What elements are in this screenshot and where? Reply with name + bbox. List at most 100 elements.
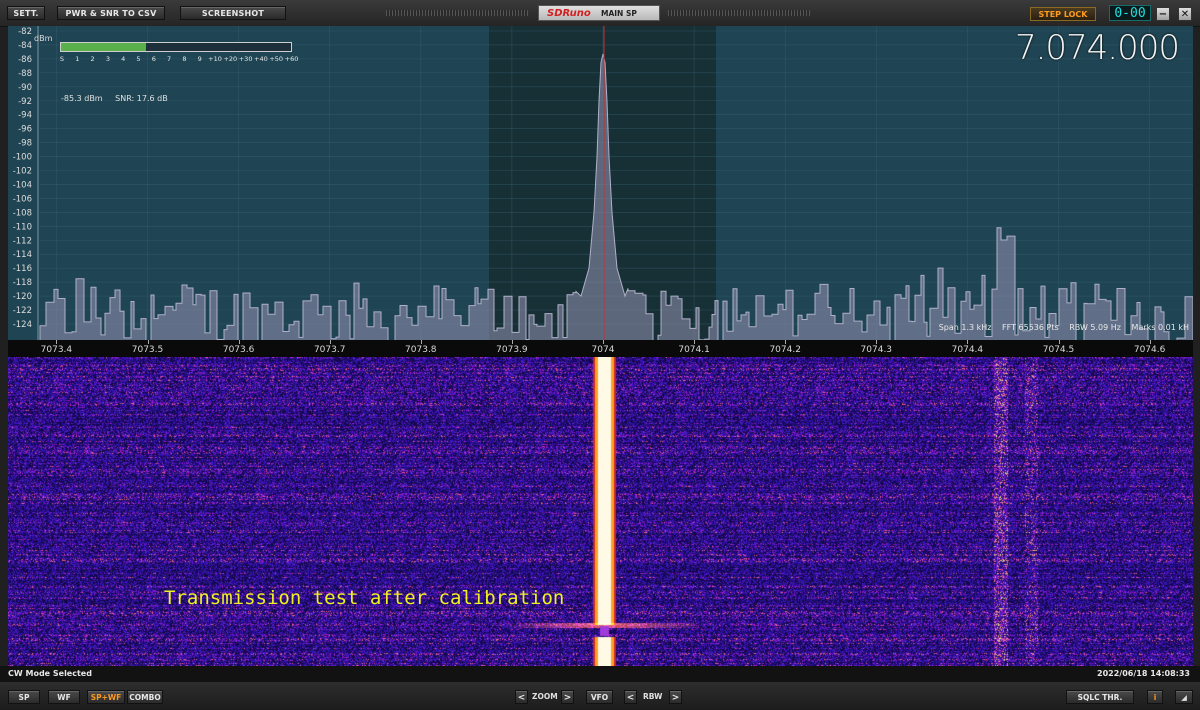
s-meter-bar (60, 42, 292, 52)
zoom-out-button[interactable]: < (515, 690, 528, 704)
frequency-tick-mark (785, 340, 787, 344)
s-meter-tick-label: 4 (121, 55, 126, 63)
window-title: SDRuno MAIN SP (538, 5, 660, 21)
top-toolbar: SETT. PWR & SNR TO CSV SCREENSHOT SDRuno… (0, 0, 1200, 27)
resize-handle-icon[interactable]: ◢ (1175, 690, 1193, 704)
s-meter-tick-label: +10 (208, 55, 222, 63)
s-meter-tick-label: +20 (223, 55, 238, 63)
y-tick-label: -106 (13, 194, 32, 204)
y-tick-label: -122 (13, 306, 32, 316)
close-icon[interactable]: ✕ (1178, 7, 1192, 21)
s-meter-tick-label: +40 (254, 55, 268, 63)
frequency-tick-mark (56, 340, 58, 344)
frequency-tick-mark (603, 340, 604, 344)
waterfall-canvas[interactable] (8, 357, 1193, 666)
s-meter-tick-label: +50 (269, 55, 284, 63)
sp-mode-button[interactable]: SP (8, 690, 40, 704)
s-meter-tick-label: 2 (90, 55, 95, 63)
drag-grip-left[interactable] (386, 10, 528, 16)
s-meter-scale: S 1 2 3 4 5 6 7 8 9 +10 +20 +30 +40 +50 +60 (60, 55, 300, 65)
frequency-tick-label: 7074.6 (1133, 345, 1166, 355)
rbw-down-button[interactable]: < (624, 690, 637, 704)
signal-levels: -85.3 dBm SNR: 17.6 dB (61, 94, 178, 103)
waterfall-display[interactable]: Transmission test after calibration (8, 357, 1193, 666)
frequency-readout[interactable]: 7.074.000 (1015, 28, 1180, 68)
brand-logo: SDRuno (547, 8, 591, 19)
sdruno-main-sp-window: SETT. PWR & SNR TO CSV SCREENSHOT SDRuno… (0, 0, 1200, 710)
frequency-tick-mark (876, 340, 878, 344)
sp-wf-mode-button[interactable]: SP+WF (87, 690, 125, 704)
y-tick-label: -84 (18, 41, 32, 51)
y-tick-label: -82 (18, 27, 32, 37)
frequency-tick-label: 7074.1 (678, 345, 710, 355)
frequency-tick-label: 7073.7 (313, 345, 346, 355)
minimize-icon[interactable]: − (1156, 7, 1170, 21)
spectrum-info: Span 1.3 kHz FFT 65536 Pts RBW 5.09 Hz M… (931, 323, 1189, 332)
screenshot-button[interactable]: SCREENSHOT (180, 6, 286, 20)
step-lock-button[interactable]: STEP LOCK (1030, 7, 1096, 21)
channel-counter-display: 0-00 (1109, 5, 1151, 21)
vfo-button[interactable]: VFO (586, 690, 613, 704)
settings-button[interactable]: SETT. (7, 6, 45, 20)
sqlc-threshold-button[interactable]: SQLC THR. (1066, 690, 1134, 704)
s-meter-tick-label: S (59, 55, 65, 63)
rbw-label: RBW (643, 692, 663, 701)
frequency-tick-label: 7074 (591, 345, 615, 355)
mode-status: CW Mode Selected (8, 669, 92, 678)
combo-mode-button[interactable]: COMBO (127, 690, 163, 704)
y-tick-label: -120 (13, 292, 32, 302)
frequency-tick-mark (147, 340, 149, 344)
frequency-tick-label: 7073.4 (40, 345, 73, 355)
y-tick-label: -88 (18, 69, 32, 79)
y-tick-label: -110 (13, 222, 32, 232)
frequency-tick-mark (1149, 340, 1151, 344)
rbw-readout: RBW 5.09 Hz (1069, 323, 1121, 332)
y-tick-label: -90 (18, 83, 32, 93)
frequency-tick-label: 7074.3 (860, 345, 893, 355)
y-tick-label: -98 (18, 139, 32, 149)
s-meter-tick-label: 3 (105, 55, 110, 63)
wf-mode-button[interactable]: WF (48, 690, 80, 704)
y-tick-label: -124 (13, 320, 32, 330)
s-meter-tick-label: +30 (238, 55, 253, 63)
s-meter-fill (61, 43, 147, 51)
y-tick-label: -86 (18, 55, 32, 65)
s-meter-tick-label: 6 (151, 55, 156, 63)
y-tick-label: -112 (13, 236, 32, 246)
frequency-tick-mark (1058, 340, 1060, 344)
zoom-in-button[interactable]: > (561, 690, 574, 704)
s-meter-tick-label: 8 (182, 55, 187, 63)
y-tick-label: -102 (13, 167, 32, 177)
spectrum-plot[interactable]: -82 -84 -86 -88 -90 -92 -94 -96 -98 -100 -102 -104 -… (8, 26, 1193, 340)
y-tick-label: -104 (13, 180, 32, 190)
spectrum-display[interactable]: -82 -84 -86 -88 -90 -92 -94 -96 -98 -100 -102 -104 -… (8, 26, 1193, 340)
frequency-tick-label: 7074.5 (1042, 345, 1075, 355)
frequency-tick-mark (694, 340, 696, 344)
window-title-label: MAIN SP (601, 9, 637, 18)
fft-readout: FFT 65536 Pts (1002, 323, 1059, 332)
zoom-label: ZOOM (532, 692, 558, 701)
drag-grip-right[interactable] (668, 10, 810, 16)
y-tick-label: -118 (13, 278, 32, 288)
y-tick-label: -108 (13, 208, 32, 218)
y-tick-label: -96 (18, 125, 32, 135)
frequency-axis[interactable]: 7073.4 7073.5 7073.6 7073.7 7073.8 7073.9 7074… (8, 340, 1193, 357)
span-readout: Span 1.3 kHz (938, 323, 992, 332)
frequency-tick-label: 7073.6 (222, 345, 255, 355)
frequency-tick-mark (329, 340, 331, 344)
s-meter-tick-label: 1 (75, 55, 80, 63)
dbm-unit-label: dBm (34, 34, 53, 43)
info-icon[interactable]: i (1147, 690, 1163, 704)
rbw-up-button[interactable]: > (669, 690, 682, 704)
pwr-snr-to-csv-button[interactable]: PWR & SNR TO CSV (57, 6, 165, 20)
frequency-tick-label: 7073.5 (131, 345, 164, 355)
frequency-tick-label: 7073.8 (405, 345, 437, 355)
frequency-tick-mark (967, 340, 969, 344)
bottom-toolbar: SP WF SP+WF COMBO < ZOOM > VFO < RBW > S… (0, 682, 1200, 710)
y-tick-label: -92 (18, 97, 32, 107)
waterfall-annotation: Transmission test after calibration (164, 587, 565, 609)
y-tick-label: -94 (18, 111, 32, 121)
frequency-tick-mark (238, 340, 240, 344)
frequency-tick-mark (511, 340, 513, 344)
frequency-tick-label: 7073.9 (496, 345, 528, 355)
